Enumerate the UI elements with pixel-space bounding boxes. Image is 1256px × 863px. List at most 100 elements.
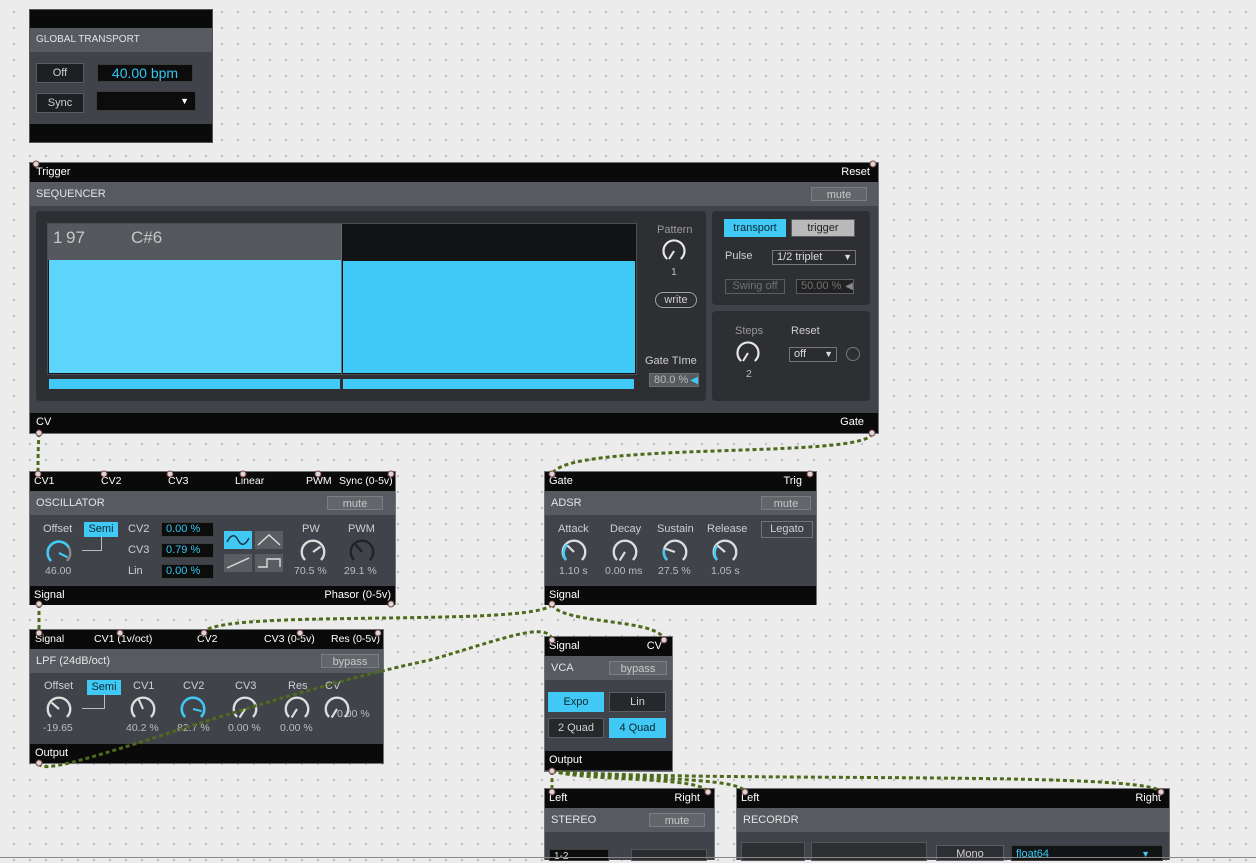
gate-output-label: Gate [840,416,864,428]
square-wave-button[interactable] [255,554,283,572]
legato-button[interactable]: Legato [761,521,813,538]
osc-cv2-field[interactable]: 0.00 % [161,522,214,537]
adsr-mute-button[interactable]: mute [761,496,811,510]
swing-button[interactable]: Swing off [725,279,785,294]
pattern-knob[interactable] [660,237,688,265]
sequencer-output-bar: CV Gate [30,413,878,433]
4-quad-button[interactable]: 4 Quad [609,718,666,738]
lpf-cv-label: CV [325,680,341,692]
transport-mode-button[interactable]: transport [724,219,786,237]
reset-value: off [794,348,807,360]
osc-semi-button[interactable]: Semi [84,522,118,537]
lpf-cv3-knob[interactable] [230,694,260,724]
lpf-cv3-label: CV3 [235,680,257,692]
lpf-cv2-knob[interactable] [178,694,208,724]
reset-input-label: Reset [841,166,870,178]
bottom-edge-line [0,857,1256,858]
attack-value: 1.10 s [559,565,588,577]
triangle-left-icon: ◀ [690,375,698,386]
transport-sync-button[interactable]: Sync [36,93,84,113]
pwm-input-label: PWM [306,475,332,487]
channel-field[interactable]: 1-2 [549,849,609,862]
write-button[interactable]: write [655,292,697,308]
lpf-semi-button[interactable]: Semi [87,680,121,695]
lpf-bypass-button[interactable]: bypass [321,654,379,668]
cable-adsr-to-vca-cv[interactable] [550,603,666,641]
pattern-label: Pattern [657,224,693,236]
gate-bar-1[interactable] [49,379,340,389]
swing-value: 50.00 % [801,280,842,292]
gate-time-field[interactable]: 80.0 % ◀ [649,373,699,387]
stereo-right-input-label: Right [674,792,700,804]
recordr-module: Left Right RECORDR Mono float64 ▼ [736,788,1170,861]
sync-dropdown[interactable]: ▼ [96,91,196,111]
bpm-field[interactable]: 40.00 bpm [97,64,193,82]
pulse-dropdown[interactable]: 1/2 triplet ▼ [772,250,856,265]
lpf-cv2-input-label: CV2 [197,633,218,645]
vca-bypass-button[interactable]: bypass [609,661,667,675]
global-transport-module: GLOBAL TRANSPORT Off 40.00 bpm Sync ▼ [29,9,213,143]
pw-knob[interactable] [298,537,328,567]
mono-button[interactable]: Mono [936,845,1004,861]
pwm-knob[interactable] [347,537,377,567]
lpf-cv3-input-label: CV3 (0-5v) [264,633,315,645]
lpf-offset-knob[interactable] [44,694,74,724]
osc-lin-label: Lin [128,565,143,577]
format-dropdown[interactable]: float64 ▼ [1011,845,1163,861]
reset-dropdown[interactable]: off ▼ [789,347,837,362]
sustain-knob[interactable] [660,537,690,567]
lpf-output-label: Output [35,747,69,759]
record-button[interactable] [741,842,805,861]
cable-seq-cv-to-osc-cv1[interactable] [36,432,41,476]
gate-time-value: 80.0 % [654,374,689,386]
sine-wave-button[interactable] [224,531,252,549]
pwm-label: PWM [348,523,375,535]
reset-indicator-icon[interactable] [846,347,860,361]
step-2-bar[interactable] [343,261,635,373]
step-value: 97 [66,228,85,247]
gate-input-label: Gate [549,475,573,487]
release-knob[interactable] [710,537,740,567]
step-grid[interactable]: 1 97 C#6 [47,223,637,375]
lpf-signal-input-label: Signal [35,633,65,645]
recordr-display [811,842,927,861]
lpf-cv1-knob[interactable] [128,694,158,724]
osc-offset-knob[interactable] [44,538,74,568]
swing-field[interactable]: 50.00 % ◀ [796,279,854,294]
lpf-semi-connector [104,694,105,708]
sustain-value: 27.5 % [658,565,691,577]
expo-button[interactable]: Expo [548,692,604,712]
osc-cv3-field[interactable]: 0.79 % [161,543,214,558]
osc-lin-field[interactable]: 0.00 % [161,564,214,579]
step-note: C#6 [131,228,163,247]
trigger-input-label: Trigger [36,166,71,178]
lpf-res-knob[interactable] [282,694,312,724]
gate-bar-2[interactable] [343,379,634,389]
lin-button[interactable]: Lin [609,692,666,712]
recordr-input-bar: Left Right [737,789,1169,808]
cable-seq-gate-to-adsr-gate[interactable] [550,432,874,476]
pulse-value: 1/2 triplet [777,251,823,263]
steps-knob[interactable] [734,339,762,367]
phasor-output-label: Phasor (0-5v) [324,589,391,601]
lpf-cv3-value: 0.00 % [228,722,261,734]
step-1-bar[interactable] [49,260,341,373]
saw-wave-button[interactable] [224,554,252,572]
stereo-mute-button[interactable]: mute [649,813,705,827]
recordr-right-input-label: Right [1135,792,1161,804]
transport-off-button[interactable]: Off [36,63,84,83]
clock-panel: transport trigger Pulse 1/2 triplet ▼ Sw… [712,211,870,305]
decay-knob[interactable] [610,537,640,567]
step-number: 1 [53,228,63,247]
oscillator-mute-button[interactable]: mute [327,496,383,510]
saw-wave-icon [226,557,250,569]
attack-knob[interactable] [559,537,589,567]
trigger-mode-button[interactable]: trigger [791,219,855,237]
2-quad-button[interactable]: 2 Quad [548,718,604,738]
stereo-module: Left Right STEREO mute 1-2 [544,788,715,862]
triangle-wave-button[interactable] [255,531,283,549]
format-value: float64 [1016,848,1050,860]
sequencer-mute-button[interactable]: mute [811,187,867,201]
pwm-value: 29.1 % [344,565,377,577]
chevron-down-icon: ▼ [843,252,852,262]
